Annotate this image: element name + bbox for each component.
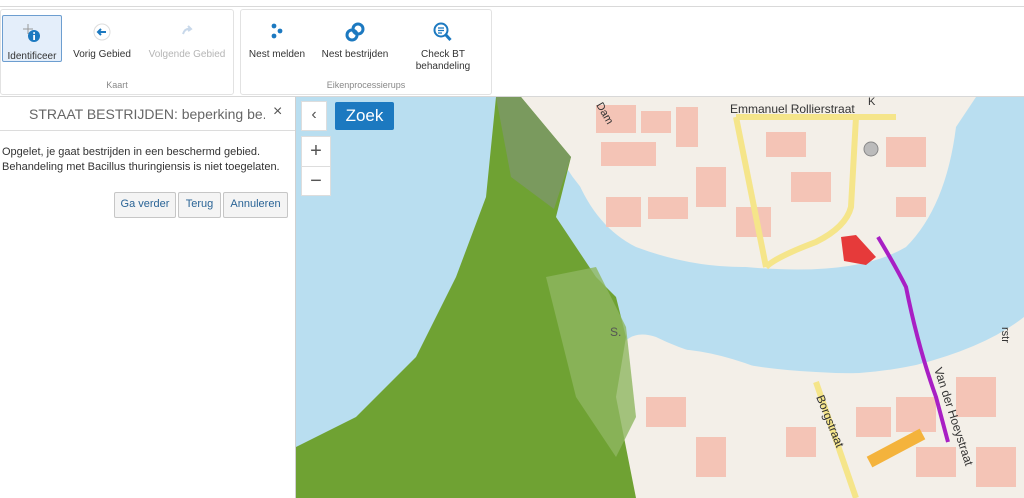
street-label-s: S. bbox=[610, 325, 621, 339]
group-label-eikenprocessierups: Eikenprocessierups bbox=[326, 80, 406, 90]
ribbon-group-kaart: Identificeer Vorig Gebied Volgende Gebie… bbox=[0, 9, 234, 95]
nest-control-button[interactable]: Nest bestrijden bbox=[317, 14, 393, 61]
search-button[interactable]: Zoek bbox=[335, 102, 394, 130]
check-bt-button[interactable]: Check BT behandeling bbox=[405, 14, 481, 73]
next-area-button[interactable]: Volgende Gebied bbox=[145, 14, 229, 61]
map-view[interactable]: Emmanuel Rollierstraat Dam Borgstraat Va… bbox=[296, 97, 1024, 498]
map-canvas[interactable]: Emmanuel Rollierstraat Dam Borgstraat Va… bbox=[296, 97, 1024, 498]
back-arrow-icon bbox=[93, 23, 111, 41]
street-label-rstr: rstr bbox=[999, 327, 1011, 343]
ribbon-toolbar: Identificeer Vorig Gebied Volgende Gebie… bbox=[0, 7, 1024, 97]
close-icon[interactable]: × bbox=[273, 103, 282, 121]
info-identify-icon bbox=[23, 24, 40, 42]
previous-area-button[interactable]: Vorig Gebied bbox=[70, 14, 134, 61]
group-label-kaart: Kaart bbox=[106, 80, 128, 90]
check-bt-label-line2: behandeling bbox=[415, 61, 471, 72]
collapse-panel-button[interactable]: ‹ bbox=[301, 101, 327, 131]
panel-title: STRAAT BESTRIJDEN: beperking be... bbox=[29, 106, 265, 122]
back-button[interactable]: Terug bbox=[178, 192, 221, 218]
dots-nest-icon bbox=[271, 23, 283, 39]
link-nest-icon bbox=[345, 22, 365, 42]
warning-message: Opgelet, je gaat bestrijden in een besch… bbox=[2, 145, 287, 175]
side-panel: STRAAT BESTRIJDEN: beperking be... × Opg… bbox=[0, 97, 296, 498]
street-label-k: K bbox=[868, 97, 876, 108]
nest-report-button[interactable]: Nest melden bbox=[246, 14, 308, 61]
magnifier-check-icon bbox=[433, 22, 452, 42]
next-area-label: Volgende Gebied bbox=[148, 49, 226, 60]
church-icon bbox=[863, 141, 879, 157]
check-bt-label-line1: Check BT bbox=[421, 49, 465, 60]
nest-report-label: Nest melden bbox=[248, 49, 306, 60]
zoom-in-button[interactable]: + bbox=[302, 137, 330, 166]
identify-label: Identificeer bbox=[7, 51, 57, 62]
warning-line-2: Behandeling met Bacillus thuringiensis i… bbox=[2, 161, 280, 173]
panel-header: STRAAT BESTRIJDEN: beperking be... × bbox=[0, 97, 295, 131]
nest-control-label: Nest bestrijden bbox=[321, 49, 389, 60]
zoom-control: + − bbox=[301, 136, 331, 196]
zoom-out-button[interactable]: − bbox=[302, 166, 330, 196]
identify-button[interactable]: Identificeer bbox=[2, 15, 62, 62]
continue-button[interactable]: Ga verder bbox=[114, 192, 176, 218]
cancel-button[interactable]: Annuleren bbox=[223, 192, 288, 218]
ribbon-group-eikenprocessierups: Nest melden Nest bestrijden Check BT beh… bbox=[240, 9, 492, 95]
forward-arrow-icon bbox=[182, 25, 193, 35]
previous-area-label: Vorig Gebied bbox=[73, 49, 131, 60]
street-label-emmanuel: Emmanuel Rollierstraat bbox=[730, 102, 855, 116]
top-strip bbox=[0, 0, 1024, 7]
warning-line-1: Opgelet, je gaat bestrijden in een besch… bbox=[2, 146, 261, 158]
